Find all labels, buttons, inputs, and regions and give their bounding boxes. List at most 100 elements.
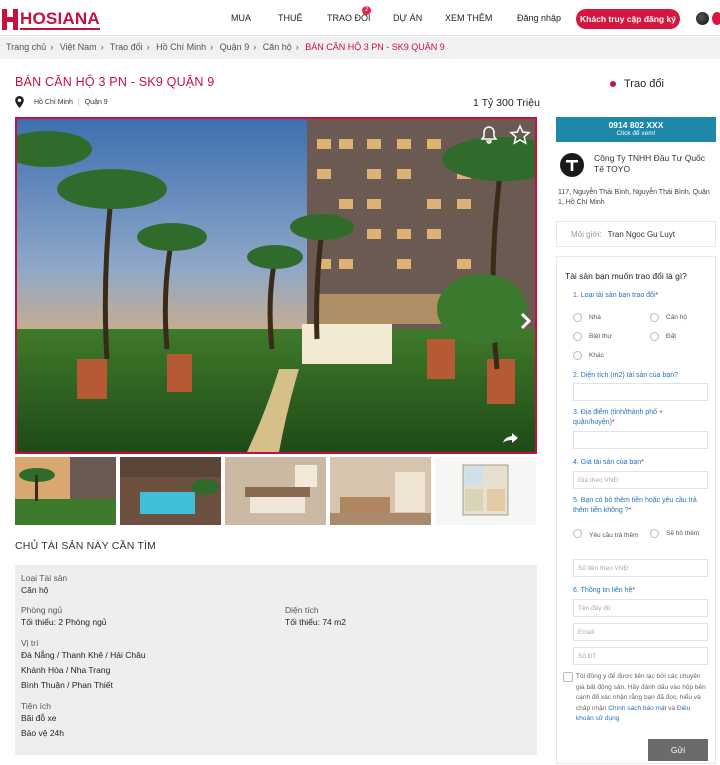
globe-icon[interactable] [696, 12, 709, 25]
required-mark: * [655, 292, 659, 299]
thumbnail-1[interactable] [15, 457, 116, 525]
radio-house-label: Nhà [589, 314, 601, 321]
phone-input[interactable]: Số ĐT [573, 647, 708, 665]
location-item: Đà Nẵng / Thanh Khê / Hải Châu [21, 650, 146, 660]
q6-label: 6. Thông tin liên hệ* [573, 586, 635, 596]
requirements-panel: Loại Tài sản Căn hộ Phòng ngủ Tối thiểu:… [15, 565, 537, 755]
q1-label: 1. Loại tài sản bạn trao đổi* [573, 291, 658, 301]
location-input[interactable] [573, 431, 708, 449]
rooms-value: Tối thiểu: 2 Phòng ngủ [21, 617, 107, 627]
phone-number: 0914 802 XXX [608, 120, 664, 130]
company-address: 117, Nguyễn Thái Bình, Nguyễn Thái Bình,… [558, 189, 710, 206]
breadcrumb: Trang chủ › Việt Nam › Trao đổi › Hồ Chí Mi… [0, 37, 720, 59]
q6-text: 6. Thông tin liên hệ [573, 587, 633, 594]
nav-item-more[interactable]: XEM THÊM [445, 13, 492, 23]
q4-label: 4. Giá tài sản của bạn* [573, 458, 644, 468]
listing-location: Hồ Chí Minh | Quận 9 [15, 96, 108, 108]
share-icon[interactable] [502, 432, 520, 444]
bullet-icon [610, 81, 616, 88]
brand-logo[interactable]: HOSIANA [2, 8, 100, 30]
privacy-policy-link[interactable]: Chính sách bảo mật [608, 705, 666, 712]
breadcrumb-district[interactable]: Quận 9 [220, 42, 250, 52]
amenity-item: Bãi đỗ xe [21, 713, 57, 723]
radio-house[interactable] [573, 313, 582, 322]
price-input[interactable]: Giá theo VNĐ [573, 471, 708, 489]
consent-checkbox[interactable] [563, 672, 573, 682]
q3-label: 3. Địa điểm (tỉnh/thành phố + quận/huyện… [573, 408, 693, 427]
area-value: Tối thiểu: 74 m2 [285, 617, 346, 627]
register-button[interactable]: Khách truy cập đăng ký [576, 9, 680, 29]
broker-name[interactable]: Tran Ngoc Gu Luyt [608, 230, 675, 239]
breadcrumb-separator: › [50, 42, 54, 52]
extra-money-input[interactable]: Số tiền theo VNĐ [573, 559, 708, 577]
login-link[interactable]: Đăng nhập [517, 13, 561, 23]
q3-text: 3. Địa điểm (tỉnh/thành phố + quận/huyện… [573, 409, 664, 426]
location-label: Vị trí [21, 638, 39, 648]
location-item: Bình Thuận / Phan Thiết [21, 680, 113, 690]
main-photo[interactable] [15, 117, 537, 454]
q5-label: 5. Bạn có bỏ thêm tiền hoặc yêu cầu trả … [573, 496, 708, 515]
radio-add-payment-label: Sẽ bỏ thêm [666, 530, 700, 537]
breadcrumb-city[interactable]: Hồ Chí Minh [156, 42, 206, 52]
breadcrumb-separator: › [253, 42, 257, 52]
breadcrumb-separator: › [146, 42, 150, 52]
breadcrumb-separator: › [210, 42, 214, 52]
radio-other-label: Khác [589, 352, 604, 359]
consent-and: và [668, 704, 676, 712]
submit-button[interactable]: Gửi [648, 739, 708, 761]
type-label: Loại Tài sản [21, 573, 68, 583]
map-pin-icon [15, 96, 24, 108]
brand-name: HOSIANA [20, 8, 100, 30]
thumbnail-floorplan[interactable] [435, 457, 536, 525]
radio-request-payment-label: Yêu cầu trả thêm [589, 532, 639, 539]
email-input[interactable]: Email [573, 623, 708, 641]
breadcrumb-category[interactable]: Căn hộ [263, 42, 292, 52]
trade-heading: Trao đổi [610, 78, 664, 90]
nav-item-projects[interactable]: DỰ ÁN [393, 13, 422, 23]
fullname-input[interactable]: Tên đầy đủ [573, 599, 708, 617]
radio-other[interactable] [573, 351, 582, 360]
radio-land[interactable] [650, 332, 659, 341]
radio-add-payment[interactable] [650, 529, 659, 538]
required-mark: * [641, 459, 644, 466]
phone-hint: Click để xem! [616, 130, 656, 137]
radio-land-label: Đất [666, 333, 677, 340]
thumbnail-4[interactable] [330, 457, 431, 525]
required-mark: * [628, 506, 632, 514]
listing-city: Hồ Chí Minh [34, 98, 73, 106]
breadcrumb-home[interactable]: Trang chủ [6, 42, 46, 52]
language-flag-icon[interactable] [712, 12, 720, 25]
company-logo [560, 153, 584, 177]
bell-icon[interactable] [479, 125, 499, 145]
radio-apartment-label: Căn hộ [666, 314, 687, 321]
listing-district: Quận 9 [84, 98, 108, 106]
radio-request-payment[interactable] [573, 529, 582, 538]
required-mark: * [611, 418, 615, 426]
area-input[interactable] [573, 383, 708, 401]
nav-item-buy[interactable]: MUA [231, 13, 251, 23]
listing-title: BÁN CĂN HỘ 3 PN - SK9 QUẬN 9 [15, 75, 215, 89]
radio-villa[interactable] [573, 332, 582, 341]
breadcrumb-country[interactable]: Việt Nam [60, 42, 97, 52]
form-heading: Tài sản bạn muốn trao đổi là gì? [565, 271, 687, 281]
radio-apartment[interactable] [650, 313, 659, 322]
company-card[interactable]: Công Ty TNHH Đầu Tư Quốc Tế TOYO 117, Ng… [556, 146, 716, 211]
breadcrumb-current: BÁN CĂN HỘ 3 PN - SK9 QUẬN 9 [305, 42, 445, 52]
trade-heading-text: Trao đổi [624, 78, 664, 90]
reveal-phone-button[interactable]: 0914 802 XXX Click để xem! [556, 117, 716, 142]
breadcrumb-trade[interactable]: Trao đổi [110, 42, 143, 52]
nav-item-rent[interactable]: THUÊ [278, 13, 303, 23]
star-icon[interactable] [509, 124, 531, 146]
broker-label: Môi giới: [571, 230, 602, 239]
company-name[interactable]: Công Ty TNHH Đầu Tư Quốc Tế TOYO [594, 153, 712, 175]
thumbnail-3[interactable] [225, 457, 326, 525]
breadcrumb-separator: › [100, 42, 104, 52]
type-value: Căn hộ [21, 585, 49, 595]
logo-mark [2, 8, 18, 30]
thumbnail-2[interactable] [120, 457, 221, 525]
notification-badge: 2 [362, 6, 371, 15]
q5-text: 5. Bạn có bỏ thêm tiền hoặc yêu cầu trả … [573, 497, 697, 514]
rooms-label: Phòng ngủ [21, 605, 63, 615]
trade-form: Tài sản bạn muốn trao đổi là gì? 1. Loại… [556, 256, 716, 764]
required-mark: * [632, 587, 636, 594]
